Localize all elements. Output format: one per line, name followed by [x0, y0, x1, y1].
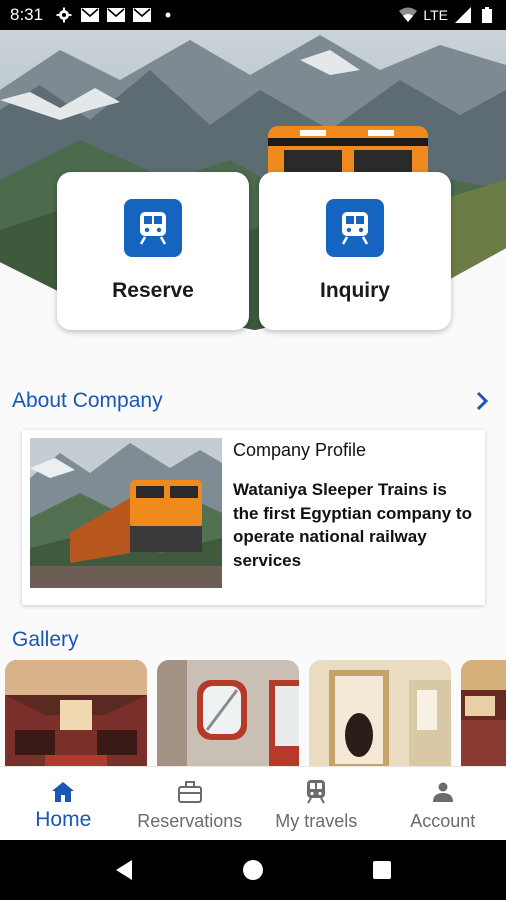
company-profile-card[interactable]: Company Profile Wataniya Sleeper Trains …	[22, 430, 485, 605]
person-icon	[430, 779, 456, 805]
nav-account[interactable]: Account	[380, 767, 506, 840]
status-time: 8:31	[10, 5, 44, 24]
gallery-item-dining-car[interactable]	[5, 660, 147, 770]
battery-icon	[478, 6, 496, 24]
back-icon[interactable]	[109, 855, 139, 885]
signal-icon	[454, 6, 472, 24]
gallery-title: Gallery	[12, 628, 79, 651]
home-icon	[50, 779, 76, 805]
nav-my-travels[interactable]: My travels	[253, 767, 380, 840]
about-title: About Company	[12, 389, 163, 412]
gallery-section-header: Gallery	[12, 628, 494, 652]
app-screen: Reserve Inquiry About Company Company Pr…	[0, 30, 506, 840]
gear-icon	[55, 6, 73, 24]
reserve-label: Reserve	[112, 279, 194, 302]
gallery-item-lounge-car[interactable]	[461, 660, 506, 770]
train-icon	[303, 779, 329, 805]
nav-home[interactable]: Home	[0, 767, 127, 840]
recents-icon[interactable]	[367, 855, 397, 885]
nav-account-label: Account	[410, 811, 476, 831]
company-profile-title: Company Profile	[233, 440, 367, 460]
chevron-right-icon[interactable]	[470, 389, 494, 413]
network-type: LTE	[423, 7, 448, 23]
reserve-button[interactable]: Reserve	[57, 172, 249, 330]
mail-icon	[81, 6, 100, 24]
train-icon	[326, 199, 384, 257]
nav-reservations[interactable]: Reservations	[127, 767, 254, 840]
gallery-item-window-cabin[interactable]	[157, 660, 299, 770]
train-icon	[124, 199, 182, 257]
company-profile-image	[30, 438, 222, 588]
about-section-header: About Company	[12, 389, 494, 413]
inquiry-button[interactable]: Inquiry	[259, 172, 451, 330]
mail-icon	[133, 6, 152, 24]
nav-reservations-label: Reservations	[137, 811, 243, 831]
status-bar: 8:31 LTE	[0, 0, 506, 30]
bottom-navigation: Home Reservations My travels Account	[0, 766, 506, 840]
mail-icon	[107, 6, 126, 24]
nav-home-label: Home	[35, 808, 92, 831]
gallery-list	[5, 660, 506, 770]
dot-icon	[159, 6, 177, 24]
nav-my-travels-label: My travels	[275, 811, 358, 831]
inquiry-label: Inquiry	[319, 279, 390, 302]
company-profile-description: Wataniya Sleeper Trains is the first Egy…	[233, 480, 472, 570]
gallery-item-sleeper-cabin[interactable]	[309, 660, 451, 770]
briefcase-icon	[177, 779, 203, 805]
wifi-icon	[399, 6, 418, 24]
system-navigation-bar	[0, 840, 506, 900]
home-circle-icon[interactable]	[238, 855, 268, 885]
